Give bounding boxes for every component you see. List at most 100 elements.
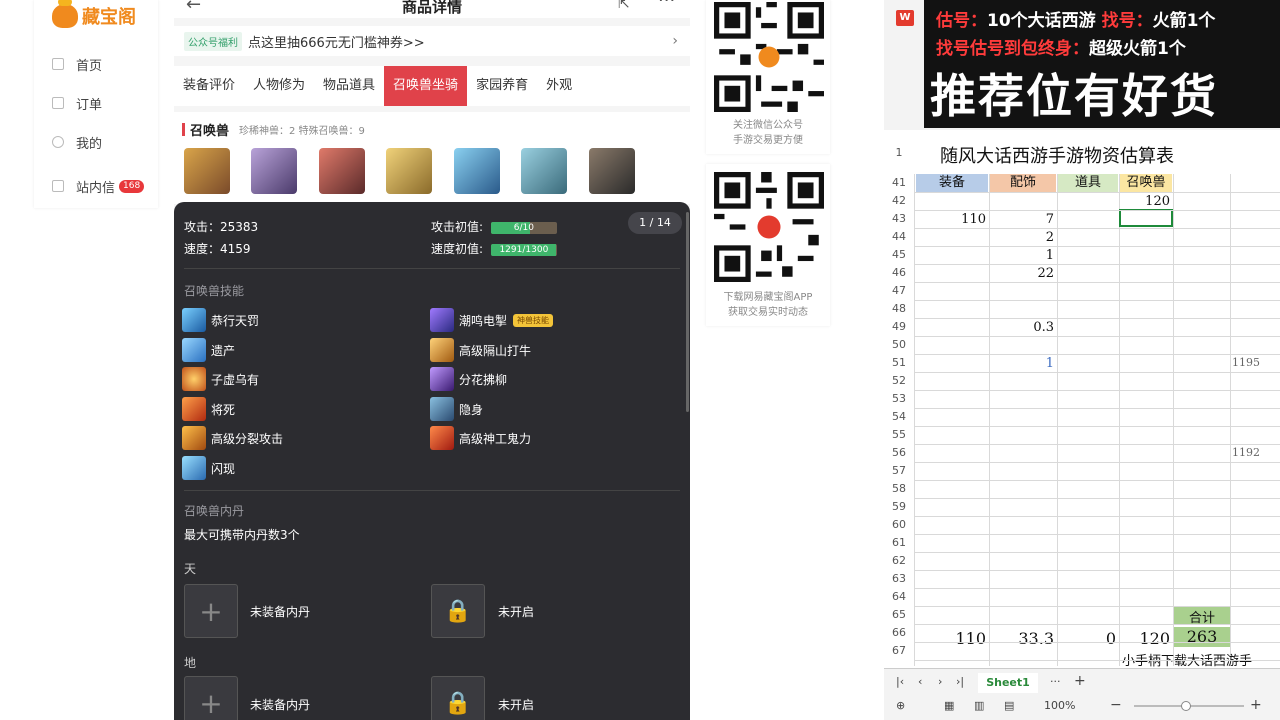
skill-item[interactable]: 高级神工鬼力: [430, 426, 531, 450]
row-number[interactable]: 52: [884, 374, 914, 387]
row-number[interactable]: 43: [884, 212, 914, 225]
header-item[interactable]: 道具: [1058, 174, 1118, 192]
row-number[interactable]: 49: [884, 320, 914, 333]
add-sheet-icon[interactable]: +: [1074, 673, 1086, 689]
skill-item[interactable]: 将死: [182, 397, 235, 421]
cangbaoge-logo[interactable]: 藏宝阁: [52, 0, 162, 30]
summon-avatar[interactable]: [386, 148, 432, 194]
add-neidan-slot[interactable]: +: [184, 676, 238, 720]
sidebar-item-home[interactable]: 首页: [52, 52, 156, 76]
row-number[interactable]: 57: [884, 464, 914, 477]
row-number[interactable]: 42: [884, 194, 914, 207]
wps-logo-icon[interactable]: W: [896, 10, 914, 26]
row-number[interactable]: 59: [884, 500, 914, 513]
total-cell[interactable]: 33.3: [990, 629, 1054, 648]
tab-cultivation[interactable]: 人物修为: [244, 66, 314, 106]
row-number[interactable]: 62: [884, 554, 914, 567]
skill-item[interactable]: 分花拂柳: [430, 367, 507, 391]
zoom-out-icon[interactable]: −: [1110, 697, 1122, 713]
row-number[interactable]: 46: [884, 266, 914, 279]
row-number[interactable]: 56: [884, 446, 914, 459]
row-number[interactable]: 50: [884, 338, 914, 351]
zoom-slider-handle[interactable]: [1181, 701, 1191, 711]
total-cell[interactable]: 0: [1058, 629, 1116, 648]
summon-avatar[interactable]: [319, 148, 365, 194]
header-summon[interactable]: 召唤兽: [1120, 174, 1172, 192]
zoom-in-icon[interactable]: +: [1250, 697, 1262, 713]
more-icon[interactable]: ···: [658, 0, 675, 11]
popup-scrollbar[interactable]: [686, 212, 689, 412]
row-number[interactable]: 55: [884, 428, 914, 441]
row-number[interactable]: 60: [884, 518, 914, 531]
tab-equipment[interactable]: 装备评价: [174, 66, 244, 106]
prev-sheet-icon[interactable]: ‹: [918, 675, 922, 688]
row-number[interactable]: 44: [884, 230, 914, 243]
skill-item[interactable]: 高级隔山打牛: [430, 338, 531, 362]
summon-avatar[interactable]: [521, 148, 567, 194]
row-number[interactable]: 48: [884, 302, 914, 315]
tab-appearance[interactable]: 外观: [537, 66, 581, 106]
cell[interactable]: 0.3: [990, 320, 1054, 335]
more-sheets-icon[interactable]: ···: [1050, 675, 1061, 688]
cell[interactable]: 1192: [1232, 446, 1280, 459]
skill-item[interactable]: 恭行天罚: [182, 308, 259, 332]
row-number[interactable]: 47: [884, 284, 914, 297]
total-cell[interactable]: 110: [916, 629, 986, 648]
row-number[interactable]: 61: [884, 536, 914, 549]
share-icon[interactable]: ⇱: [618, 0, 630, 12]
row-number[interactable]: 65: [884, 608, 914, 621]
selected-cell[interactable]: [1119, 209, 1173, 227]
cell[interactable]: 1: [990, 356, 1054, 371]
promo-banner[interactable]: 公众号福利 点这里抽666元无门槛神券>> ›: [174, 26, 690, 56]
row-number[interactable]: 63: [884, 572, 914, 585]
next-sheet-icon[interactable]: ›: [938, 675, 942, 688]
summon-avatar[interactable]: [184, 148, 230, 194]
sidebar-item-messages[interactable]: 站内信 168: [52, 174, 156, 198]
cell[interactable]: 1195: [1232, 356, 1280, 369]
row-number[interactable]: 45: [884, 248, 914, 261]
row-number[interactable]: 66: [884, 626, 914, 639]
cell[interactable]: 120: [1120, 194, 1170, 209]
row-number[interactable]: 67: [884, 644, 914, 657]
tab-summons[interactable]: 召唤兽坐骑: [384, 66, 468, 106]
row-number[interactable]: 51: [884, 356, 914, 369]
skill-item[interactable]: 隐身: [430, 397, 483, 421]
row-number[interactable]: 64: [884, 590, 914, 603]
summon-avatar[interactable]: [454, 148, 500, 194]
last-sheet-icon[interactable]: ›|: [956, 675, 964, 688]
total-cell[interactable]: 120: [1120, 629, 1170, 648]
total-label-cell[interactable]: 合计: [1174, 607, 1230, 626]
skill-item[interactable]: 遗产: [182, 338, 235, 362]
summon-avatar[interactable]: [589, 148, 635, 194]
cell[interactable]: 2: [990, 230, 1054, 245]
sheet-tab[interactable]: Sheet1: [978, 673, 1038, 693]
grid-line: [914, 606, 1280, 607]
row-number[interactable]: 58: [884, 482, 914, 495]
tab-home[interactable]: 家园养育: [467, 66, 537, 106]
skill-item[interactable]: 高级分裂攻击: [182, 426, 283, 450]
sidebar-item-mine[interactable]: 我的: [52, 130, 156, 154]
skill-item[interactable]: 闪现: [182, 456, 235, 480]
cell[interactable]: 7: [990, 212, 1054, 227]
zoom-level[interactable]: 100%: [1044, 699, 1075, 712]
row-number[interactable]: 54: [884, 410, 914, 423]
add-neidan-slot[interactable]: +: [184, 584, 238, 638]
normal-view-icon[interactable]: ▦: [944, 699, 954, 712]
cell[interactable]: 22: [990, 266, 1054, 281]
view-mode-icon[interactable]: ⊕: [896, 699, 905, 712]
tab-items[interactable]: 物品道具: [314, 66, 384, 106]
header-accessory[interactable]: 配饰: [990, 174, 1056, 192]
row-number[interactable]: 41: [884, 176, 914, 189]
row-number[interactable]: 53: [884, 392, 914, 405]
cell[interactable]: 1: [990, 248, 1054, 263]
page-view-icon[interactable]: ▥: [974, 699, 984, 712]
skill-item[interactable]: 子虚乌有: [182, 367, 259, 391]
header-equipment[interactable]: 装备: [916, 174, 988, 192]
first-sheet-icon[interactable]: |‹: [896, 675, 904, 688]
grand-total-cell[interactable]: 263: [1174, 627, 1230, 647]
sidebar-item-orders[interactable]: 订单: [52, 91, 156, 115]
cell[interactable]: 110: [916, 212, 986, 227]
reading-view-icon[interactable]: ▤: [1004, 699, 1014, 712]
summon-avatar[interactable]: [251, 148, 297, 194]
skill-item[interactable]: 潮鸣电掣 神兽技能: [430, 308, 554, 332]
